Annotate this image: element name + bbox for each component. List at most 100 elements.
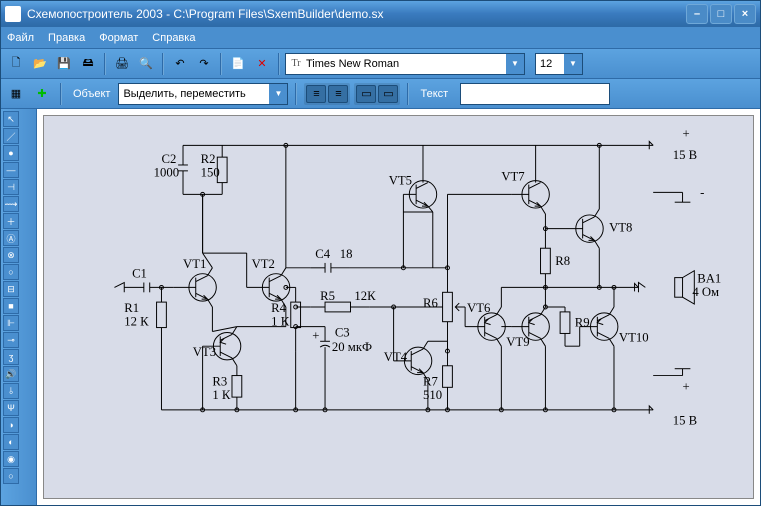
open-icon[interactable]: 📂 (29, 53, 51, 75)
palette-tool-3[interactable]: — (3, 162, 19, 178)
svg-text:15 В: 15 В (673, 414, 697, 428)
font-name: Times New Roman (306, 58, 399, 70)
svg-text:C1: C1 (132, 267, 147, 281)
svg-text:1000: 1000 (154, 166, 179, 180)
chevron-down-icon[interactable]: ▼ (506, 54, 524, 74)
svg-text:+: + (312, 328, 319, 342)
svg-text:18: 18 (340, 247, 353, 261)
delete-icon[interactable]: ✕ (251, 53, 273, 75)
palette-tool-18[interactable]: ◑ (3, 417, 19, 433)
svg-text:VT6: VT6 (467, 301, 490, 315)
align-left-icon[interactable]: ≡ (306, 85, 326, 103)
svg-text:20 мкФ: 20 мкФ (332, 340, 372, 354)
close-button[interactable]: × (734, 4, 756, 24)
app-icon: ✎ (5, 6, 21, 22)
size-select[interactable]: 12 ▼ (535, 53, 583, 75)
menu-edit[interactable]: Правка (48, 32, 85, 44)
svg-text:VT7: VT7 (501, 170, 524, 184)
menu-help[interactable]: Справка (152, 32, 195, 44)
svg-text:VT5: VT5 (389, 174, 412, 188)
canvas-area[interactable]: + 15 В C21000 R2150 VT5 VT7 (37, 109, 760, 505)
text-label: Текст (420, 88, 448, 100)
redo-icon[interactable]: ↷ (193, 53, 215, 75)
titlebar: ✎ Схемопостроитель 2003 - C:\Program Fil… (1, 1, 760, 27)
palette-tool-19[interactable]: ◐ (3, 434, 19, 450)
palette-tool-8[interactable]: ⊗ (3, 247, 19, 263)
svg-text:4 Ом: 4 Ом (692, 285, 719, 299)
palette-tool-2[interactable]: ● (3, 145, 19, 161)
new-icon[interactable]: 🗋 (5, 53, 27, 75)
window-title: Схемопостроитель 2003 - C:\Program Files… (27, 7, 684, 21)
palette-tool-11[interactable]: ■ (3, 298, 19, 314)
schematic-svg: + 15 В C21000 R2150 VT5 VT7 (44, 116, 753, 498)
svg-text:VT10: VT10 (619, 330, 649, 344)
svg-text:C2: C2 (161, 152, 176, 166)
svg-text:C4: C4 (315, 247, 330, 261)
svg-text:VT4: VT4 (384, 350, 408, 364)
palette-tool-16[interactable]: ⫰ (3, 383, 19, 399)
palette-tool-12[interactable]: ⊩ (3, 315, 19, 331)
copy-icon[interactable]: 📄 (227, 53, 249, 75)
chevron-down-icon[interactable]: ▼ (564, 54, 582, 74)
palette-tool-7[interactable]: Ⓐ (3, 230, 19, 246)
align-b-icon[interactable]: ▭ (378, 85, 398, 103)
palette-tool-10[interactable]: ⊟ (3, 281, 19, 297)
palette-tool-17[interactable]: Ψ (3, 400, 19, 416)
palette-tool-0[interactable]: ↖ (3, 111, 19, 127)
maximize-button[interactable]: □ (710, 4, 732, 24)
minimize-button[interactable]: – (686, 4, 708, 24)
align-center-icon[interactable]: ≡ (328, 85, 348, 103)
palette-tool-4[interactable]: ⊣ (3, 179, 19, 195)
svg-text:12 К: 12 К (124, 315, 149, 329)
svg-text:R1: R1 (124, 301, 139, 315)
toolbar-object: ▦ ✚ Объект Выделить, переместить ▼ ≡ ≡ ▭… (1, 79, 760, 109)
palette-tool-5[interactable]: ⟿ (3, 196, 19, 212)
svg-text:C3: C3 (335, 325, 350, 339)
grid-icon[interactable]: ▦ (5, 83, 27, 105)
svg-text:R9: R9 (575, 316, 590, 330)
svg-text:12К: 12К (354, 289, 376, 303)
align-a-icon[interactable]: ▭ (356, 85, 376, 103)
font-size: 12 (540, 58, 552, 70)
svg-text:VT9: VT9 (506, 335, 529, 349)
object-value: Выделить, переместить (123, 88, 245, 100)
saveall-icon[interactable]: 🖴 (77, 53, 99, 75)
svg-text:150: 150 (201, 166, 220, 180)
svg-text:-: - (700, 185, 704, 199)
svg-text:R3: R3 (212, 374, 227, 388)
svg-text:+: + (683, 379, 690, 393)
svg-text:+: + (683, 127, 690, 141)
svg-text:1 К: 1 К (212, 388, 231, 402)
align-group: ≡ ≡ (304, 83, 350, 105)
schematic-canvas[interactable]: + 15 В C21000 R2150 VT5 VT7 (43, 115, 754, 499)
palette-tool-15[interactable]: 🔊 (3, 366, 19, 382)
svg-text:R7: R7 (423, 374, 438, 388)
save-icon[interactable]: 💾 (53, 53, 75, 75)
palette-tool-6[interactable]: ＋ (3, 213, 19, 229)
preview-icon[interactable]: 🔍 (135, 53, 157, 75)
font-select[interactable]: Tr Times New Roman ▼ (285, 53, 525, 75)
chevron-down-icon[interactable]: ▼ (269, 84, 287, 104)
tool-palette: ↖／●—⊣⟿＋Ⓐ⊗○⊟■⊩⊸ʒ🔊⫰Ψ◑◐◉○ (1, 109, 37, 505)
palette-tool-21[interactable]: ○ (3, 468, 19, 484)
palette-tool-13[interactable]: ⊸ (3, 332, 19, 348)
svg-text:BA1: BA1 (697, 272, 721, 286)
menu-file[interactable]: Файл (7, 32, 34, 44)
text-input[interactable] (460, 83, 610, 105)
object-label: Объект (73, 88, 110, 100)
svg-text:R5: R5 (320, 289, 335, 303)
menu-format[interactable]: Формат (99, 32, 138, 44)
toolbar-main: 🗋 📂 💾 🖴 🖨 🔍 ↶ ↷ 📄 ✕ Tr Times New Roman ▼… (1, 49, 760, 79)
svg-text:VT1: VT1 (183, 257, 206, 271)
object-select[interactable]: Выделить, переместить ▼ (118, 83, 288, 105)
print-icon[interactable]: 🖨 (111, 53, 133, 75)
palette-tool-20[interactable]: ◉ (3, 451, 19, 467)
palette-tool-9[interactable]: ○ (3, 264, 19, 280)
svg-text:R4: R4 (271, 301, 286, 315)
svg-text:510: 510 (423, 388, 442, 402)
svg-text:15 В: 15 В (673, 148, 697, 162)
palette-tool-14[interactable]: ʒ (3, 349, 19, 365)
palette-tool-1[interactable]: ／ (3, 128, 19, 144)
undo-icon[interactable]: ↶ (169, 53, 191, 75)
add-icon[interactable]: ✚ (31, 83, 53, 105)
